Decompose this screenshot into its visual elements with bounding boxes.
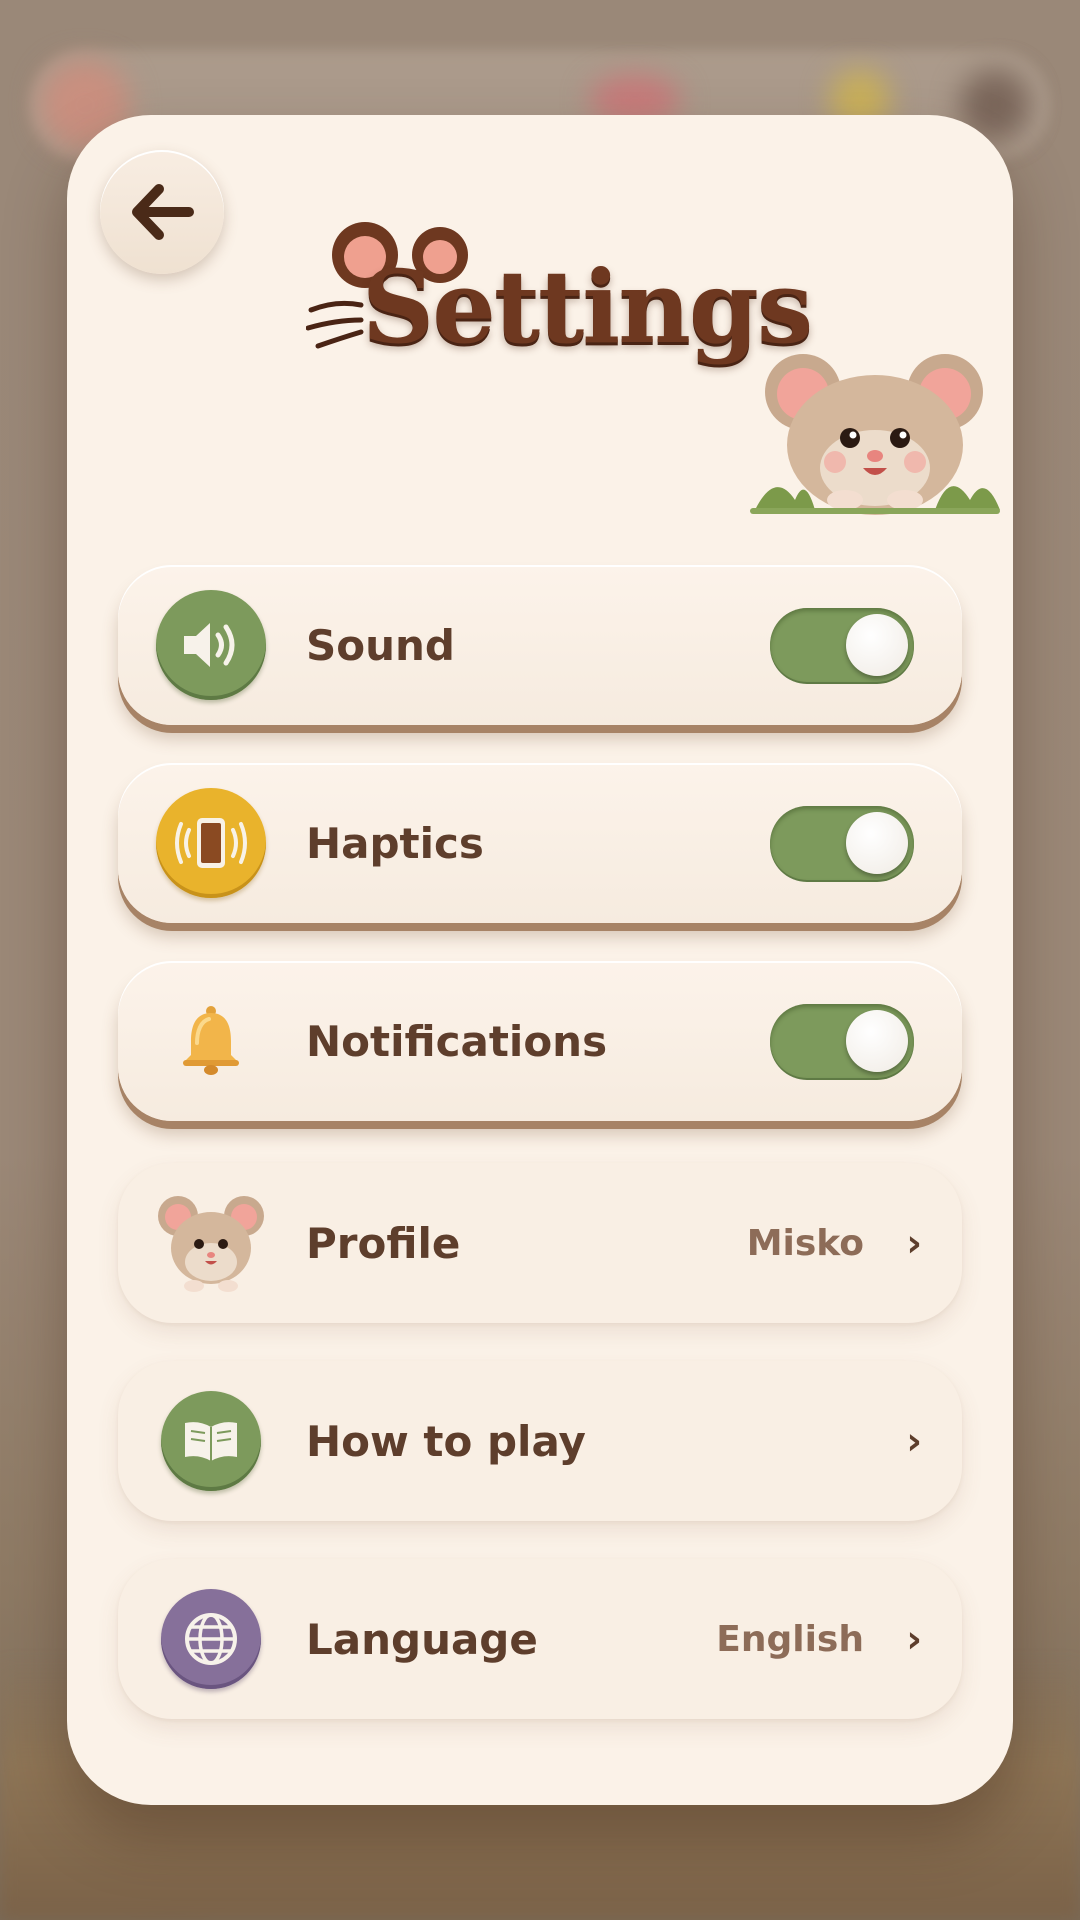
toggle-knob: [846, 614, 908, 676]
mouse-mascot-icon: [750, 354, 1000, 515]
globe-icon: [161, 1589, 261, 1689]
chevron-right-icon: ›: [906, 1221, 922, 1265]
profile-setting-row[interactable]: Profile Misko ›: [118, 1163, 962, 1323]
sound-toggle[interactable]: [770, 608, 914, 682]
vibrate-phone-icon: [156, 788, 266, 898]
how-to-play-label: How to play: [306, 1416, 586, 1466]
sound-setting-row: Sound: [118, 565, 962, 725]
haptics-toggle[interactable]: [770, 806, 914, 880]
toggle-knob: [846, 1010, 908, 1072]
arrow-left-icon: [132, 184, 194, 240]
chevron-right-icon: ›: [906, 1419, 922, 1463]
speaker-icon: [156, 590, 266, 700]
language-setting-row[interactable]: Language English ›: [118, 1559, 962, 1719]
notifications-toggle[interactable]: [770, 1004, 914, 1078]
chevron-right-icon: ›: [906, 1617, 922, 1661]
haptics-setting-row: Haptics: [118, 763, 962, 923]
language-value: English: [716, 1618, 864, 1660]
language-label: Language: [306, 1614, 538, 1664]
profile-value: Misko: [746, 1222, 864, 1264]
toggle-knob: [846, 812, 908, 874]
notifications-setting-row: Notifications: [118, 961, 962, 1121]
whiskers-icon: [306, 300, 364, 349]
sound-label: Sound: [306, 620, 455, 670]
settings-title: Settings: [300, 210, 813, 410]
bell-icon: [156, 986, 266, 1096]
haptics-label: Haptics: [306, 818, 484, 868]
how-to-play-row[interactable]: How to play ›: [118, 1361, 962, 1521]
book-icon: [161, 1391, 261, 1491]
page-title: Settings: [362, 248, 813, 366]
notifications-label: Notifications: [306, 1016, 608, 1066]
profile-label: Profile: [306, 1218, 461, 1268]
mouse-avatar-icon: [156, 1188, 266, 1298]
back-button[interactable]: [100, 150, 224, 274]
